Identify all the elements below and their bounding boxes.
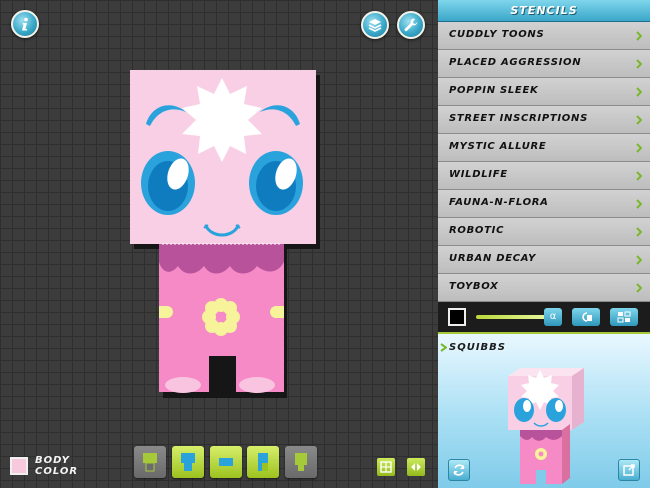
rotate-icon: [453, 464, 465, 476]
stencil-item-label: STREET INSCRIPTIONS: [449, 113, 588, 124]
arrow-right-icon: [440, 343, 447, 352]
grid-toggle-button[interactable]: [377, 458, 395, 476]
body-color-label: BODY COLOR: [35, 455, 79, 477]
flower-icon: [202, 298, 240, 336]
stencil-list: CUDDLY TOONS PLACED AGGRESSION POPPIN SL…: [438, 22, 650, 302]
grid-icon: [380, 461, 392, 473]
body-color-swatch[interactable]: [10, 457, 28, 475]
stencil-item-cuddly-toons[interactable]: CUDDLY TOONS: [438, 22, 650, 50]
copy-icon: [582, 312, 592, 322]
copy-button[interactable]: [572, 308, 600, 326]
stencils-header: STENCILS: [438, 0, 650, 22]
stencil-item-poppin-sleek[interactable]: POPPIN SLEEK: [438, 78, 650, 106]
stencil-item-mystic-allure[interactable]: MYSTIC ALLURE: [438, 134, 650, 162]
stencil-item-label: FAUNA-N-FLORA: [449, 197, 549, 208]
torso-icon: [219, 458, 233, 466]
stencil-item-label: WILDLIFE: [449, 169, 508, 180]
design-canvas[interactable]: BODY COLOR: [0, 0, 438, 488]
stencil-item-wildlife[interactable]: WILDLIFE: [438, 162, 650, 190]
stencil-item-label: URBAN DECAY: [449, 253, 537, 264]
opacity-slider-thumb[interactable]: α: [544, 308, 562, 326]
side-panel: STENCILS CUDDLY TOONS PLACED AGGRESSION …: [438, 0, 650, 488]
chevron-right-icon: [636, 171, 642, 181]
legs-icon: [258, 453, 268, 471]
chevron-right-icon: [636, 31, 642, 41]
head-part-icon: [143, 453, 157, 472]
part-torso-button[interactable]: [210, 446, 242, 478]
chevron-right-icon: [636, 227, 642, 237]
preview-title: SQUIBBS: [449, 342, 506, 353]
export-button[interactable]: [618, 459, 640, 481]
mirror-button[interactable]: [610, 308, 638, 326]
tool-row: α: [438, 302, 650, 332]
stencil-item-label: POPPIN SLEEK: [449, 85, 539, 96]
stencil-item-urban-decay[interactable]: URBAN DECAY: [438, 246, 650, 274]
stencil-item-street-inscriptions[interactable]: STREET INSCRIPTIONS: [438, 106, 650, 134]
part-head-button[interactable]: [134, 446, 166, 478]
chevron-right-icon: [636, 283, 642, 293]
chevron-right-icon: [636, 255, 642, 265]
stencil-item-label: PLACED AGGRESSION: [449, 57, 582, 68]
preview-panel: SQUIBBS: [438, 332, 650, 488]
part-shade-button[interactable]: [285, 446, 317, 478]
chevron-right-icon: [636, 143, 642, 153]
stencil-item-label: ROBOTIC: [449, 225, 505, 236]
stencil-item-toybox[interactable]: TOYBOX: [438, 274, 650, 302]
part-legs-button[interactable]: [247, 446, 279, 478]
color-chip[interactable]: [448, 308, 466, 326]
opacity-slider[interactable]: [476, 315, 548, 319]
stencil-item-robotic[interactable]: ROBOTIC: [438, 218, 650, 246]
chevron-right-icon: [636, 115, 642, 125]
shading-icon: [295, 453, 307, 471]
chevron-right-icon: [636, 87, 642, 97]
full-body-icon: [181, 453, 195, 471]
stencil-item-label: CUDDLY TOONS: [449, 29, 545, 40]
toy-3d-preview[interactable]: [498, 360, 594, 488]
part-full-button[interactable]: [172, 446, 204, 478]
mirror-icon: [617, 311, 631, 323]
stencil-item-fauna-n-flora[interactable]: FAUNA-N-FLORA: [438, 190, 650, 218]
stencil-item-label: MYSTIC ALLURE: [449, 141, 547, 152]
toy-figure[interactable]: [0, 0, 438, 488]
rotate-button[interactable]: [448, 459, 470, 481]
chevron-right-icon: [636, 59, 642, 69]
stencil-item-placed-aggression[interactable]: PLACED AGGRESSION: [438, 50, 650, 78]
toy-head[interactable]: [130, 70, 316, 245]
export-icon: [623, 464, 635, 476]
flip-button[interactable]: [407, 458, 425, 476]
flip-icon: [411, 463, 421, 471]
chevron-right-icon: [636, 199, 642, 209]
stencil-item-label: TOYBOX: [449, 281, 499, 292]
